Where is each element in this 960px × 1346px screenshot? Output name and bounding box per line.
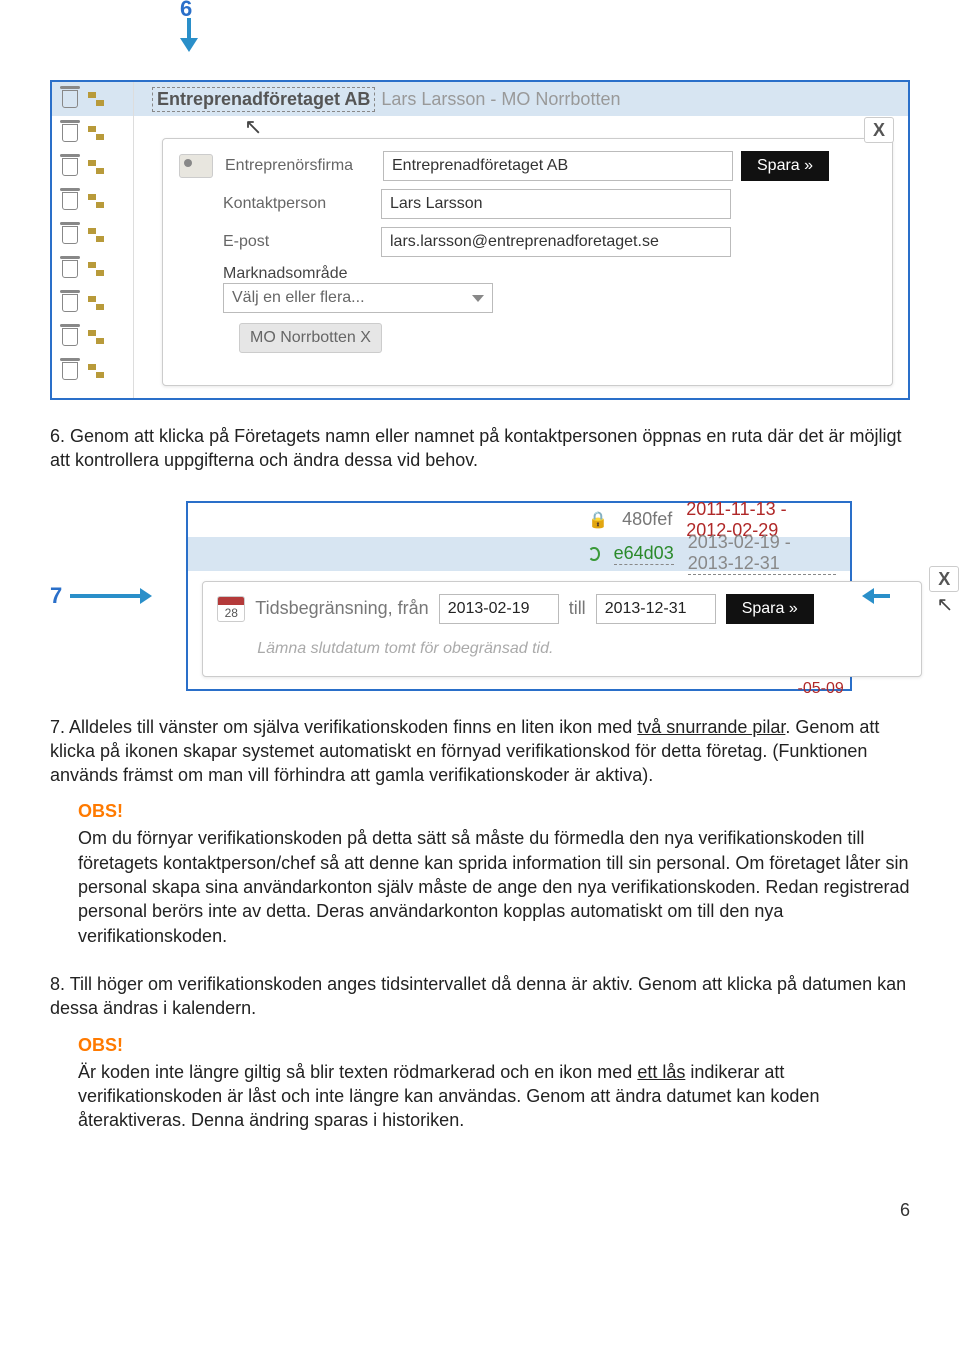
tag-icon[interactable] bbox=[88, 261, 104, 277]
company-name-link[interactable]: Entreprenadföretaget AB bbox=[152, 87, 375, 112]
firm-input[interactable]: Entreprenadföretaget AB bbox=[383, 151, 733, 181]
to-label: till bbox=[569, 598, 586, 619]
cursor-icon: ↖ bbox=[244, 114, 262, 140]
to-date-input[interactable]: 2013-12-31 bbox=[596, 594, 716, 624]
tag-icon[interactable] bbox=[88, 295, 104, 311]
trash-icon[interactable] bbox=[62, 328, 78, 346]
trash-icon[interactable] bbox=[62, 294, 78, 312]
obs-heading-2: OBS! bbox=[78, 1035, 910, 1056]
trash-icon[interactable] bbox=[62, 90, 78, 108]
contact-label: Kontaktperson bbox=[223, 195, 373, 213]
trash-icon[interactable] bbox=[62, 158, 78, 176]
paragraph-6: 6. Genom att klicka på Företagets namn e… bbox=[50, 424, 910, 473]
from-date-input[interactable]: 2013-02-19 bbox=[439, 594, 559, 624]
date-hint: Lämna slutdatum tomt för obegränsad tid. bbox=[257, 640, 907, 658]
screenshot-code-dates: 🔒 480fef 2011-11-13 - 2012-02-29 e64d03 … bbox=[186, 501, 852, 691]
market-select[interactable]: Välj en eller flera... bbox=[223, 283, 493, 313]
code-value-active[interactable]: e64d03 bbox=[614, 543, 674, 565]
tag-icon[interactable] bbox=[88, 329, 104, 345]
save-button[interactable]: Spara » bbox=[741, 151, 829, 181]
market-chip[interactable]: MO Norrbotten X bbox=[239, 323, 382, 353]
firm-label: Entreprenörsfirma bbox=[225, 157, 375, 175]
tag-icon[interactable] bbox=[88, 159, 104, 175]
date-edit-panel: X ↖ 28 Tidsbegränsning, från 2013-02-19 … bbox=[202, 581, 922, 677]
from-label: Tidsbegränsning, från bbox=[255, 598, 428, 619]
close-button[interactable]: X bbox=[864, 117, 894, 143]
obs-body-1: Om du förnyar verifikationskoden på dett… bbox=[78, 826, 910, 947]
callout-7: 7 bbox=[50, 583, 62, 609]
chevron-down-icon bbox=[472, 295, 484, 302]
contact-input[interactable]: Lars Larsson bbox=[381, 189, 731, 219]
trash-icon[interactable] bbox=[62, 226, 78, 244]
company-edit-panel: X Entreprenörsfirma Entreprenadföretaget… bbox=[162, 138, 893, 386]
tag-icon[interactable] bbox=[88, 363, 104, 379]
market-placeholder: Välj en eller flera... bbox=[232, 289, 365, 307]
obs-heading-1: OBS! bbox=[78, 801, 910, 822]
contact-name-link[interactable]: Lars Larsson - MO Norrbotten bbox=[381, 89, 620, 110]
cursor-icon: ↖ bbox=[936, 592, 953, 617]
arrow-right-icon bbox=[70, 594, 140, 598]
lock-icon: 🔒 bbox=[588, 510, 608, 530]
trash-icon[interactable] bbox=[62, 124, 78, 142]
tag-icon[interactable] bbox=[88, 193, 104, 209]
paragraph-7: 7. Alldeles till vänster om själva verif… bbox=[50, 715, 910, 788]
code-value-locked: 480fef bbox=[622, 509, 672, 530]
save-button[interactable]: Spara » bbox=[726, 594, 814, 624]
trash-icon[interactable] bbox=[62, 192, 78, 210]
left-icon-column bbox=[52, 82, 134, 398]
trash-icon[interactable] bbox=[62, 260, 78, 278]
arrow-down-icon bbox=[180, 18, 198, 52]
tag-icon[interactable] bbox=[88, 227, 104, 243]
active-code-row[interactable]: e64d03 2013-02-19 - 2013-12-31 bbox=[188, 537, 850, 571]
close-button[interactable]: X bbox=[929, 566, 959, 592]
obs-body-2: Är koden inte längre giltig så blir text… bbox=[78, 1060, 910, 1133]
tag-icon[interactable] bbox=[88, 125, 104, 141]
email-input[interactable]: lars.larsson@entreprenadforetaget.se bbox=[381, 227, 731, 257]
trash-icon[interactable] bbox=[62, 362, 78, 380]
active-dates-link[interactable]: 2013-02-19 - 2013-12-31 bbox=[688, 532, 836, 575]
company-row-header[interactable]: Entreprenadföretaget AB Lars Larsson - M… bbox=[134, 82, 908, 116]
refresh-icon[interactable] bbox=[588, 547, 599, 561]
paragraph-8: 8. Till höger om verifikationskoden ange… bbox=[50, 972, 910, 1021]
firm-card-icon bbox=[179, 154, 213, 178]
calendar-icon: 28 bbox=[217, 596, 245, 622]
page-number: 6 bbox=[0, 1180, 960, 1251]
arrow-left-icon bbox=[874, 594, 890, 598]
market-label: Marknadsområde bbox=[223, 265, 876, 283]
screenshot-company-form: Entreprenadföretaget AB Lars Larsson - M… bbox=[50, 80, 910, 400]
tag-icon[interactable] bbox=[88, 91, 104, 107]
email-label: E-post bbox=[223, 233, 373, 251]
